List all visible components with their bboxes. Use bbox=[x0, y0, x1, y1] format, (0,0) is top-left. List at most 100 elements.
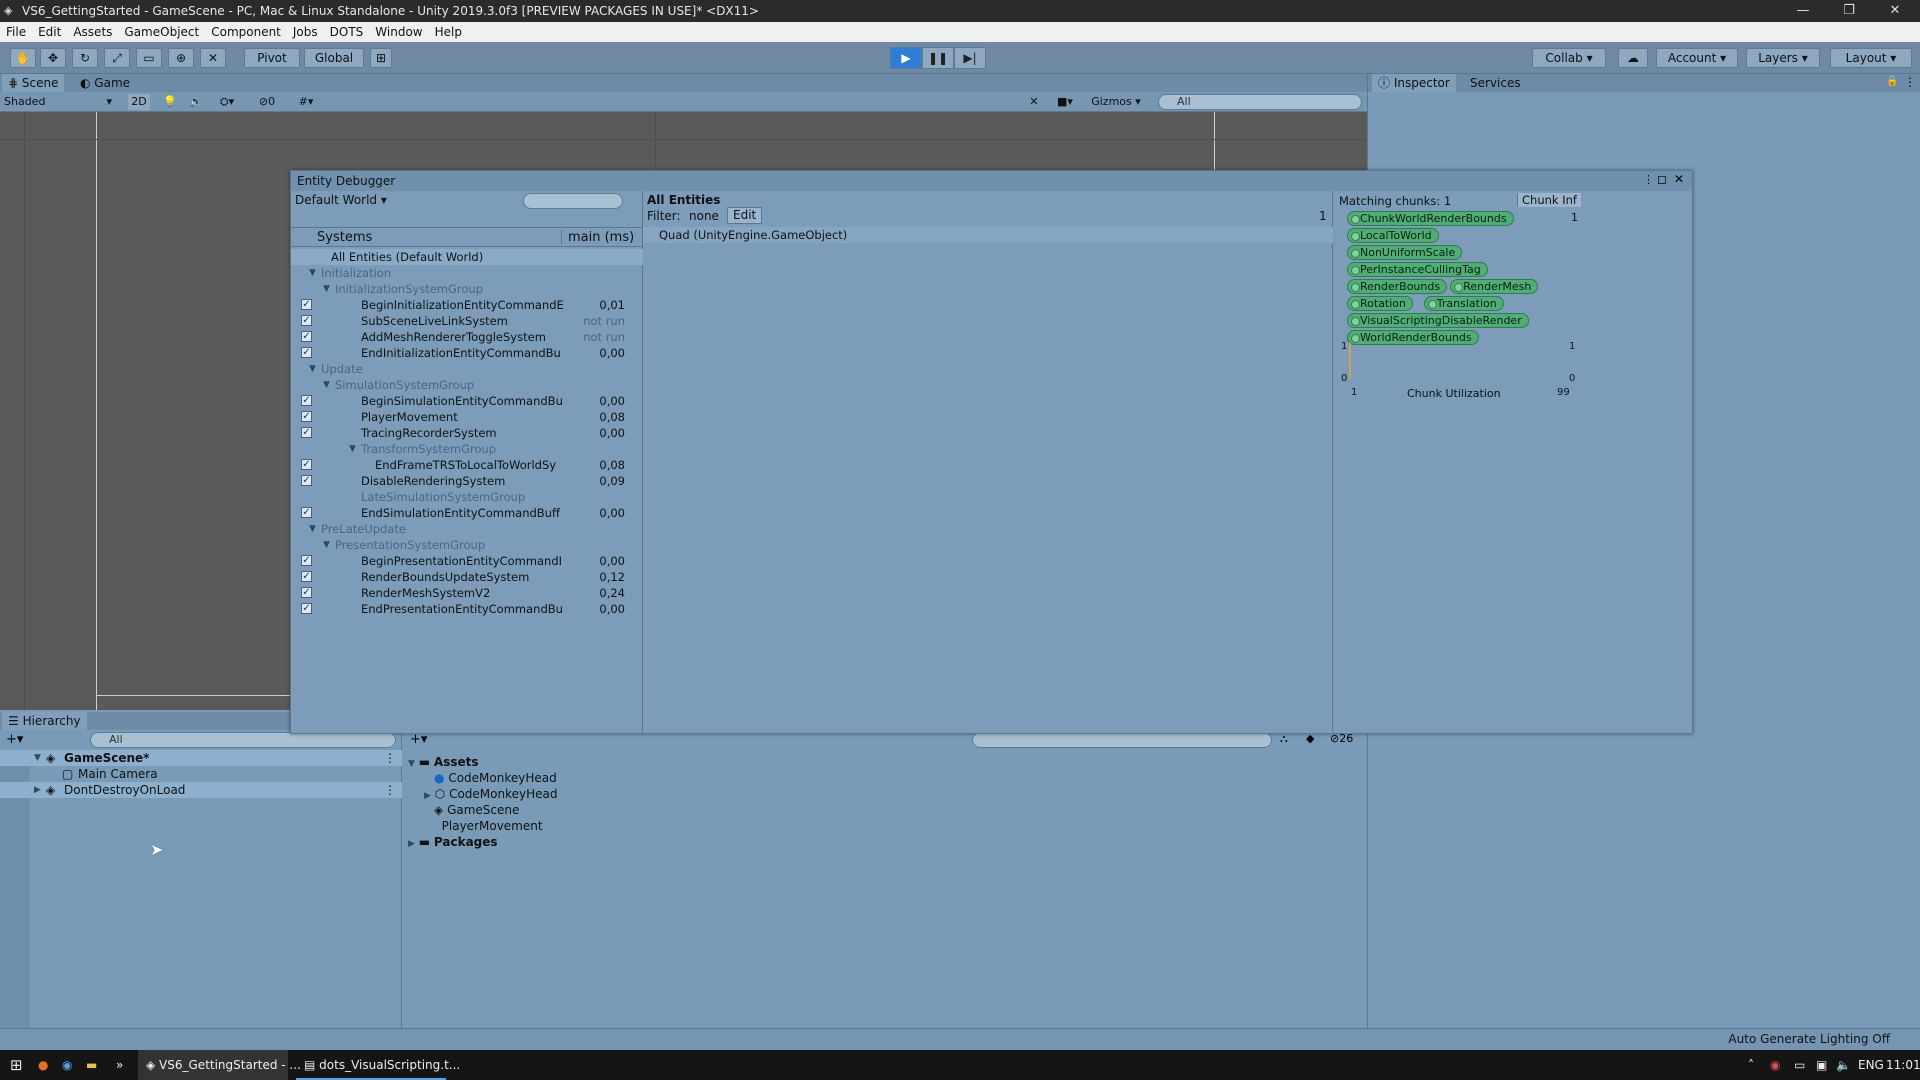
entity-row[interactable]: Quad (UnityEngine.GameObject) bbox=[643, 227, 1333, 243]
project-item-playermovement[interactable]: · PlayerMovement bbox=[434, 818, 543, 834]
maximize-button[interactable]: ❐ bbox=[1826, 0, 1872, 22]
system-group-row[interactable]: ▼ InitializationSystemGroup bbox=[291, 281, 643, 297]
system-row[interactable]: ✓ TracingRecorderSystem 0,00 bbox=[291, 425, 643, 441]
global-toggle[interactable]: Global bbox=[304, 48, 364, 68]
system-row[interactable]: ✓ RenderMeshSystemV2 0,24 bbox=[291, 585, 643, 601]
file-explorer-icon[interactable]: ▬ bbox=[86, 1050, 97, 1080]
system-enabled-checkbox[interactable]: ✓ bbox=[301, 427, 312, 438]
gizmos-dropdown[interactable]: Gizmos ▾ bbox=[1084, 94, 1148, 110]
expand-triangle-icon[interactable]: ▼ bbox=[309, 265, 316, 281]
system-enabled-checkbox[interactable]: ✓ bbox=[301, 603, 312, 614]
system-enabled-checkbox[interactable]: ✓ bbox=[301, 347, 312, 358]
more-menu-icon[interactable]: ⋮ bbox=[1643, 173, 1654, 186]
hierarchy-search-input[interactable]: All bbox=[90, 732, 396, 748]
close-icon[interactable]: ✕ bbox=[1674, 172, 1684, 186]
lighting-icon[interactable]: 💡 bbox=[160, 94, 180, 110]
system-enabled-checkbox[interactable]: ✓ bbox=[301, 411, 312, 422]
language-indicator[interactable]: ENG bbox=[1858, 1050, 1884, 1080]
rotate-tool-icon[interactable]: ↻ bbox=[72, 48, 98, 68]
hidden-objects-toggle[interactable]: ⊘0 bbox=[254, 94, 280, 110]
system-enabled-checkbox[interactable]: ✓ bbox=[301, 331, 312, 342]
system-enabled-checkbox[interactable]: ✓ bbox=[301, 315, 312, 326]
expand-triangle-icon[interactable]: ▼ bbox=[309, 361, 316, 377]
snap-icon[interactable]: ⊞ bbox=[370, 48, 392, 68]
menu-component[interactable]: Component bbox=[205, 22, 287, 42]
expand-triangle-icon[interactable]: ▼ bbox=[349, 441, 356, 457]
project-folder-packages[interactable]: ▶ ▬ Packages bbox=[408, 834, 498, 850]
effects-icon[interactable]: ⛭▾ bbox=[212, 94, 242, 110]
grid-icon[interactable]: #▾ bbox=[288, 94, 324, 110]
system-enabled-checkbox[interactable]: ✓ bbox=[301, 475, 312, 486]
hierarchy-item-gamescene[interactable]: ▼ ◈ GameScene* ⋮ bbox=[0, 750, 402, 766]
browser-icon[interactable]: ◉ bbox=[62, 1050, 72, 1080]
menu-dots[interactable]: DOTS bbox=[324, 22, 370, 42]
system-row[interactable]: ✓ EndSimulationEntityCommandBuff 0,00 bbox=[291, 505, 643, 521]
all-entities-row[interactable]: All Entities (Default World) bbox=[291, 249, 643, 265]
play-button[interactable]: ▶ bbox=[890, 47, 922, 69]
cloud-icon[interactable]: ☁ bbox=[1618, 48, 1648, 68]
tab-scene[interactable]: ⋕ Scene bbox=[2, 74, 65, 92]
system-group-row[interactable]: ▼ TransformSystemGroup bbox=[291, 441, 643, 457]
auto-lighting-status[interactable]: Auto Generate Lighting Off bbox=[1728, 1032, 1890, 1046]
tab-services[interactable]: Services bbox=[1464, 74, 1527, 92]
scene-search-input[interactable]: All bbox=[1158, 94, 1362, 110]
menu-window[interactable]: Window bbox=[369, 22, 428, 42]
move-tool-icon[interactable]: ✥ bbox=[40, 48, 66, 68]
system-row[interactable]: ✓ RenderBoundsUpdateSystem 0,12 bbox=[291, 569, 643, 585]
filter-type-icon[interactable]: ⛬ bbox=[1280, 732, 1288, 746]
account-dropdown[interactable]: Account ▾ bbox=[1656, 48, 1738, 68]
transform-tool-icon[interactable]: ⊕ bbox=[168, 48, 194, 68]
hand-tool-icon[interactable]: ✋ bbox=[10, 48, 36, 68]
pivot-toggle[interactable]: Pivot bbox=[244, 48, 300, 68]
system-enabled-checkbox[interactable]: ✓ bbox=[301, 299, 312, 310]
item-menu-icon[interactable]: ⋮ bbox=[384, 750, 396, 766]
hierarchy-item-dontdestroyonload[interactable]: ▶ ◈ DontDestroyOnLoad ⋮ bbox=[0, 782, 402, 798]
menu-assets[interactable]: Assets bbox=[67, 22, 118, 42]
system-enabled-checkbox[interactable]: ✓ bbox=[301, 571, 312, 582]
scale-tool-icon[interactable]: ⤢ bbox=[104, 48, 130, 68]
menu-help[interactable]: Help bbox=[429, 22, 468, 42]
close-button[interactable]: ✕ bbox=[1872, 0, 1918, 22]
expand-triangle-icon[interactable]: ▼ bbox=[309, 521, 316, 537]
camera-icon[interactable]: ■▾ bbox=[1050, 94, 1080, 110]
tab-game[interactable]: ◐ Game bbox=[74, 74, 136, 92]
project-item-gamescene[interactable]: ◈ GameScene bbox=[434, 802, 519, 818]
custom-tool-icon[interactable]: ✕ bbox=[200, 48, 226, 68]
tools-icon[interactable]: ✕ bbox=[1026, 94, 1042, 110]
layout-dropdown[interactable]: Layout ▾ bbox=[1830, 48, 1912, 68]
system-enabled-checkbox[interactable]: ✓ bbox=[301, 507, 312, 518]
system-row[interactable]: ✓ AddMeshRendererToggleSystem not run bbox=[291, 329, 643, 345]
system-row[interactable]: ✓ SubSceneLiveLinkSystem not run bbox=[291, 313, 643, 329]
clock[interactable]: 11:01 bbox=[1886, 1050, 1920, 1080]
tab-hierarchy[interactable]: ☰ Hierarchy bbox=[2, 712, 87, 730]
pause-button[interactable]: ❚❚ bbox=[922, 47, 954, 69]
system-group-row[interactable]: ▼ Update bbox=[291, 361, 643, 377]
system-group-row[interactable]: ▼ SimulationSystemGroup bbox=[291, 377, 643, 393]
tray-screen-icon[interactable]: ▣ bbox=[1816, 1050, 1827, 1080]
tray-app-icon[interactable]: ◉ bbox=[1770, 1050, 1780, 1080]
system-row[interactable]: ✓ BeginPresentationEntityCommandI 0,00 bbox=[291, 553, 643, 569]
expand-triangle-icon[interactable]: ▼ bbox=[323, 537, 330, 553]
project-item-codemonkeyhead-material[interactable]: ● CodeMonkeyHead bbox=[434, 770, 557, 786]
system-row[interactable]: ✓ PlayerMovement 0,08 bbox=[291, 409, 643, 425]
system-enabled-checkbox[interactable]: ✓ bbox=[301, 459, 312, 470]
more-apps-icon[interactable]: » bbox=[116, 1050, 123, 1080]
filter-edit-button[interactable]: Edit bbox=[727, 207, 763, 224]
system-row[interactable]: ✓ EndFrameTRSToLocalToWorldSy 0,08 bbox=[291, 457, 643, 473]
taskbar-item-visualscripting[interactable]: ▤ dots_VisualScripting.t... bbox=[296, 1050, 460, 1080]
system-group-row[interactable]: ▼ PresentationSystemGroup bbox=[291, 537, 643, 553]
menu-edit[interactable]: Edit bbox=[32, 22, 67, 42]
project-folder-assets[interactable]: ▼ ▬ Assets bbox=[408, 754, 479, 770]
tray-network-icon[interactable]: ▭ bbox=[1794, 1050, 1805, 1080]
system-row[interactable]: ✓ EndInitializationEntityCommandBu 0,00 bbox=[291, 345, 643, 361]
system-group-row[interactable]: ▼ Initialization bbox=[291, 265, 643, 281]
create-plus-icon[interactable]: +▾ bbox=[6, 732, 23, 747]
project-search-input[interactable] bbox=[972, 732, 1272, 748]
menu-jobs[interactable]: Jobs bbox=[287, 22, 324, 42]
system-group-row[interactable]: LateSimulationSystemGroup bbox=[291, 489, 643, 505]
system-enabled-checkbox[interactable]: ✓ bbox=[301, 395, 312, 406]
menu-gameobject[interactable]: GameObject bbox=[118, 22, 205, 42]
expand-triangle-icon[interactable]: ▼ bbox=[323, 281, 330, 297]
system-row[interactable]: ✓ EndPresentationEntityCommandBu 0,00 bbox=[291, 601, 643, 617]
collab-dropdown[interactable]: Collab ▾ bbox=[1532, 48, 1606, 68]
